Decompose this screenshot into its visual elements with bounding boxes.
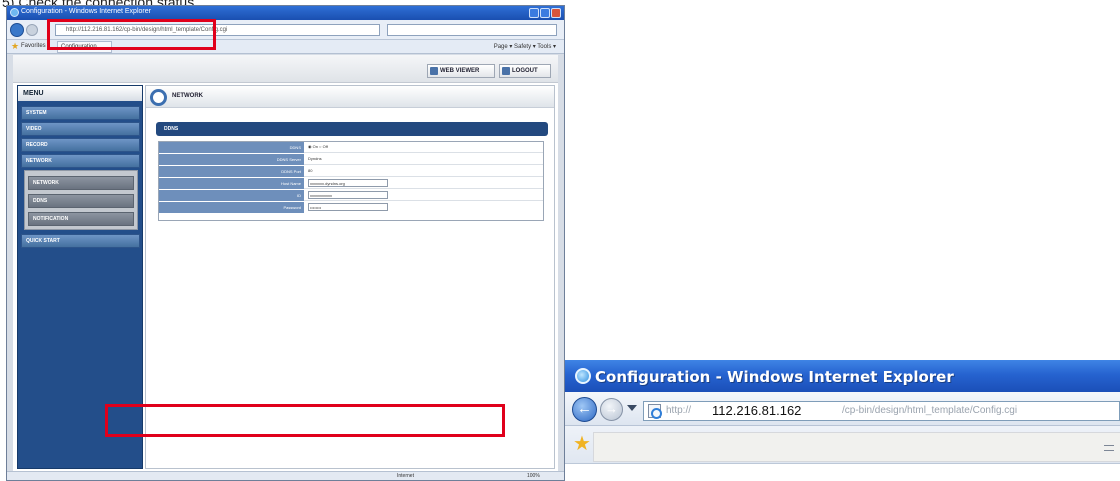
section-title: NETWORK bbox=[172, 93, 203, 99]
row-label: DDNS bbox=[159, 142, 304, 153]
minimize-icon[interactable] bbox=[529, 8, 539, 18]
ddns-port-value: 80 bbox=[308, 168, 313, 173]
back-arrow-icon[interactable]: ← bbox=[572, 397, 597, 422]
table-row: Password •••••••• bbox=[159, 202, 543, 213]
table-row: DDNS ◉ On ○ Off bbox=[159, 142, 543, 153]
toolbar-commands[interactable]: Page ▾ Safety ▾ Tools ▾ bbox=[494, 43, 556, 50]
sidebar-item-record[interactable]: RECORD bbox=[21, 138, 140, 152]
host-name-field[interactable]: xxxxxxx.dyndns.org bbox=[308, 179, 388, 187]
zoom-nav-bar: ← → http:// 112.216.81.162 /cp-bin/desig… bbox=[565, 392, 1120, 426]
maximize-icon[interactable] bbox=[540, 8, 550, 18]
forward-icon[interactable] bbox=[26, 24, 38, 36]
id-field[interactable]: xxxxxxxxxxx bbox=[308, 191, 388, 199]
url-prefix: http:// bbox=[666, 405, 692, 416]
monitor-icon bbox=[430, 67, 438, 75]
row-label: DDNS Port bbox=[159, 166, 304, 177]
network-globe-icon bbox=[150, 89, 167, 106]
row-label: ID bbox=[159, 190, 304, 201]
submenu-item-network[interactable]: NETWORK bbox=[28, 176, 134, 190]
web-viewer-label: WEB VIEWER bbox=[440, 68, 480, 74]
zoom-favorites-strip: ★ bbox=[565, 426, 1120, 464]
window-title: Configuration - Windows Internet Explore… bbox=[21, 8, 151, 15]
highlight-address-bar bbox=[47, 19, 216, 50]
close-icon[interactable] bbox=[551, 8, 561, 18]
url-path: /cp-bin/design/html_template/Config.cgi bbox=[842, 405, 1018, 416]
table-row: DDNS Port 80 bbox=[159, 166, 543, 177]
ddns-radio-group[interactable]: ◉ On ○ Off bbox=[308, 143, 328, 151]
ie-icon bbox=[575, 368, 591, 384]
table-row: Host Name xxxxxxx.dyndns.org bbox=[159, 178, 543, 189]
row-label: Password bbox=[159, 202, 304, 213]
network-submenu: NETWORK DDNS NOTIFICATION bbox=[24, 170, 138, 230]
favorites-label[interactable]: Favorites bbox=[21, 43, 46, 49]
sidebar-item-system[interactable]: SYSTEM bbox=[21, 106, 140, 120]
submenu-item-ddns[interactable]: DDNS bbox=[28, 194, 134, 208]
zoom-title-bar: Configuration - Windows Internet Explore… bbox=[565, 360, 1120, 392]
status-bar: Internet 100% bbox=[7, 471, 564, 480]
ddns-server-select[interactable]: Dyndns bbox=[308, 155, 322, 163]
table-row: DDNS Server Dyndns bbox=[159, 154, 543, 165]
table-row: ID xxxxxxxxxxx bbox=[159, 190, 543, 201]
status-zoom[interactable]: 100% bbox=[527, 473, 540, 479]
back-icon[interactable] bbox=[10, 23, 24, 37]
sidebar-item-quick-start[interactable]: QUICK START bbox=[21, 234, 140, 248]
history-dropdown-icon[interactable] bbox=[627, 405, 637, 411]
web-viewer-button[interactable]: WEB VIEWER bbox=[427, 64, 495, 78]
zoom-tab[interactable] bbox=[593, 432, 1120, 462]
zoom-favorites-area: ★ bbox=[565, 426, 1120, 481]
zoom-address-bar[interactable]: http:// 112.216.81.162 /cp-bin/design/ht… bbox=[643, 401, 1120, 421]
logout-icon bbox=[502, 67, 510, 75]
favorites-star-icon[interactable]: ★ bbox=[11, 42, 20, 51]
panel-title: DDNS bbox=[156, 122, 548, 136]
window-controls bbox=[529, 8, 561, 18]
url-host: 112.216.81.162 bbox=[712, 403, 802, 418]
title-bar: Configuration - Windows Internet Explore… bbox=[7, 6, 564, 20]
logout-button[interactable]: LOGOUT bbox=[499, 64, 551, 78]
submenu-item-notification[interactable]: NOTIFICATION bbox=[28, 212, 134, 226]
settings-table: DDNS ◉ On ○ Off DDNS Server Dyndns DDNS … bbox=[158, 141, 544, 221]
page-top-bar: WEB VIEWER LOGOUT bbox=[13, 55, 558, 83]
sidebar-item-video[interactable]: VIDEO bbox=[21, 122, 140, 136]
zoom-window-title: Configuration - Windows Internet Explore… bbox=[595, 368, 954, 386]
password-field[interactable]: •••••••• bbox=[308, 203, 388, 211]
highlight-status-area bbox=[105, 404, 505, 437]
forward-arrow-icon[interactable]: → bbox=[600, 398, 623, 421]
ie-icon bbox=[10, 8, 19, 17]
favorites-star-icon[interactable]: ★ bbox=[573, 434, 591, 454]
search-box[interactable] bbox=[387, 24, 557, 36]
logout-label: LOGOUT bbox=[512, 68, 538, 74]
section-header: NETWORK bbox=[146, 86, 554, 108]
page-icon bbox=[648, 404, 662, 419]
tab-menu-icon[interactable] bbox=[1104, 445, 1114, 451]
row-label: DDNS Server bbox=[159, 154, 304, 165]
browser-window-zoomed: Configuration - Windows Internet Explore… bbox=[565, 360, 1120, 481]
status-zone: Internet bbox=[397, 473, 414, 479]
menu-header: MENU bbox=[18, 86, 142, 101]
sidebar-item-network[interactable]: NETWORK bbox=[21, 154, 140, 168]
row-label: Host Name bbox=[159, 178, 304, 189]
